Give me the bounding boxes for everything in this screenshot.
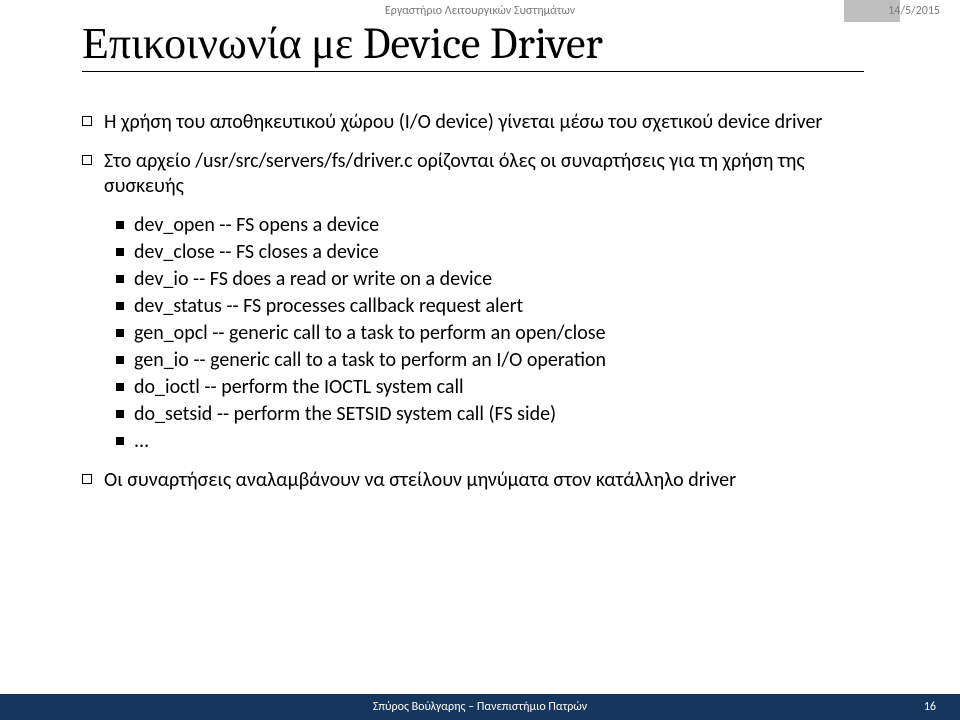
bullet-1: Η χρήση του αποθηκευτικού χώρου (I/O dev… [82, 110, 882, 135]
sub-bullet-text: dev_open -- FS opens a device [134, 213, 882, 238]
bullet-filled-square-icon [116, 267, 134, 292]
bullet-open-square-icon [82, 110, 104, 135]
sub-bullet-text: do_ioctl -- perform the IOCTL system cal… [134, 375, 882, 400]
page-number: 16 [924, 700, 936, 714]
sub-bullet-text: ... [134, 429, 882, 454]
sub-bullet-text: do_setsid -- perform the SETSID system c… [134, 402, 882, 427]
bullet-filled-square-icon [116, 375, 134, 400]
sub-bullet-text: dev_close -- FS closes a device [134, 240, 882, 265]
footer-author: Σπύρος Βούλγαρης – Πανεπιστήμιο Πατρών [373, 700, 587, 714]
sub-bullet: dev_open -- FS opens a device [116, 213, 882, 238]
sub-bullet: do_setsid -- perform the SETSID system c… [116, 402, 882, 427]
bullet-filled-square-icon [116, 402, 134, 427]
sub-bullet: do_ioctl -- perform the IOCTL system cal… [116, 375, 882, 400]
bullet-3: Οι συναρτήσεις αναλαμβάνουν να στείλουν … [82, 468, 882, 493]
sub-bullet: gen_opcl -- generic call to a task to pe… [116, 321, 882, 346]
content: Η χρήση του αποθηκευτικού χώρου (I/O dev… [82, 110, 882, 507]
bullet-filled-square-icon [116, 240, 134, 265]
title-block: Επικοινωνία με Device Driver [82, 18, 864, 72]
bullet-2-text: Στο αρχείο /usr/src/servers/fs/driver.c … [104, 149, 882, 199]
sub-bullet: dev_status -- FS processes callback requ… [116, 294, 882, 319]
sub-bullet: dev_io -- FS does a read or write on a d… [116, 267, 882, 292]
bullet-filled-square-icon [116, 294, 134, 319]
sub-bullet-text: gen_io -- generic call to a task to perf… [134, 348, 882, 373]
bullet-3-text: Οι συναρτήσεις αναλαμβάνουν να στείλουν … [104, 468, 882, 493]
header-lab-name: Εργαστήριο Λειτουργικών Συστημάτων [385, 4, 575, 18]
bullet-open-square-icon [82, 468, 104, 493]
bullet-1-text: Η χρήση του αποθηκευτικού χώρου (I/O dev… [104, 110, 882, 135]
sub-bullet: gen_io -- generic call to a task to perf… [116, 348, 882, 373]
sub-bullet: dev_close -- FS closes a device [116, 240, 882, 265]
header-date: 14/5/2015 [888, 4, 940, 18]
footer: Σπύρος Βούλγαρης – Πανεπιστήμιο Πατρών 1… [0, 694, 960, 720]
bullet-filled-square-icon [116, 213, 134, 238]
bullet-filled-square-icon [116, 348, 134, 373]
page-title: Επικοινωνία με Device Driver [82, 18, 864, 69]
bullet-filled-square-icon [116, 321, 134, 346]
sub-bullet-text: dev_io -- FS does a read or write on a d… [134, 267, 882, 292]
bullet-open-square-icon [82, 149, 104, 199]
bullet-2: Στο αρχείο /usr/src/servers/fs/driver.c … [82, 149, 882, 199]
title-underline [82, 71, 864, 72]
sub-bullet-text: dev_status -- FS processes callback requ… [134, 294, 882, 319]
sub-bullet: ... [116, 429, 882, 454]
slide: Εργαστήριο Λειτουργικών Συστημάτων 14/5/… [0, 0, 960, 720]
sub-bullet-text: gen_opcl -- generic call to a task to pe… [134, 321, 882, 346]
bullet-filled-square-icon [116, 429, 134, 454]
